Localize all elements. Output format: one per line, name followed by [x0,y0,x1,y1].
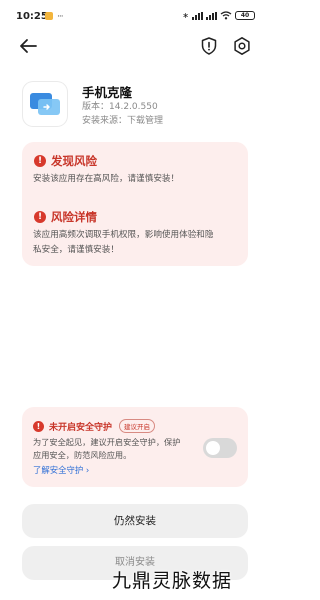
back-button[interactable] [16,34,40,58]
signal-icon [192,11,203,20]
alert-icon: ! [33,420,44,432]
notification-icon [45,12,53,20]
security-guard-line: 为了安全起见，建议开启安全守护，保护 [33,437,181,447]
risk-detail-line: 私安全，请谨慎安装！ [33,245,119,255]
risk-detail-description: 该应用高频次调取手机权限，影响使用体验和隐 私安全，请谨慎安装！ [33,228,241,258]
alert-icon: ! [34,155,46,167]
status-icons: ∗ 40 [182,11,255,20]
app-icon [23,82,67,126]
more-notifications-icon: ··· [57,12,64,22]
install-anyway-button[interactable]: 仍然安装 [22,504,248,538]
risk-found-title: 发现风险 [51,154,97,168]
wifi-icon [220,11,232,20]
bluetooth-icon: ∗ [182,11,189,20]
toggle-knob [206,441,220,455]
risk-card: ! 发现风险 安装该应用存在高风险，请谨慎安装！ ! 风险详情 该应用高频次调取… [22,142,248,266]
security-guard-toggle[interactable] [203,438,237,458]
security-guard-title: 未开启安全守护 [49,422,113,433]
risk-detail-title: 风险详情 [51,210,97,224]
shield-alert-icon [201,37,217,55]
back-arrow-icon [20,39,37,53]
alert-icon: ! [34,211,46,223]
security-button[interactable] [199,36,219,56]
app-version: 版本：14.2.0.550 [82,102,158,112]
status-time: 10:25 [16,11,48,22]
risk-detail-heading: ! 风险详情 [34,209,97,225]
risk-detail-line: 该应用高频次调取手机权限，影响使用体验和隐 [33,230,214,240]
security-guard-description: 为了安全起见，建议开启安全守护，保护 应用安全，防范风险应用。 [33,436,201,462]
security-guard-line: 应用安全，防范风险应用。 [33,450,132,460]
recommend-badge: 建议开启 [119,419,156,433]
risk-found-description: 安装该应用存在高风险，请谨慎安装！ [33,174,180,184]
app-install-source: 安装来源：下载管理 [82,116,164,126]
security-guard-card: ! 未开启安全守护 建议开启 为了安全起见，建议开启安全守护，保护 应用安全，防… [22,407,248,487]
phone-clone-icon [30,93,60,115]
security-guard-heading: ! 未开启安全守护 建议开启 [33,419,156,433]
settings-button[interactable] [232,36,252,56]
battery-icon: 40 [235,11,255,20]
risk-found-heading: ! 发现风险 [34,153,97,169]
signal-icon [206,11,217,20]
gear-icon [234,37,250,55]
learn-security-guard-link[interactable]: 了解安全守护 › [33,464,89,476]
watermark: 九鼎灵脉数据 [112,570,233,592]
status-bar: 10:25 ··· ∗ 40 [0,0,270,34]
